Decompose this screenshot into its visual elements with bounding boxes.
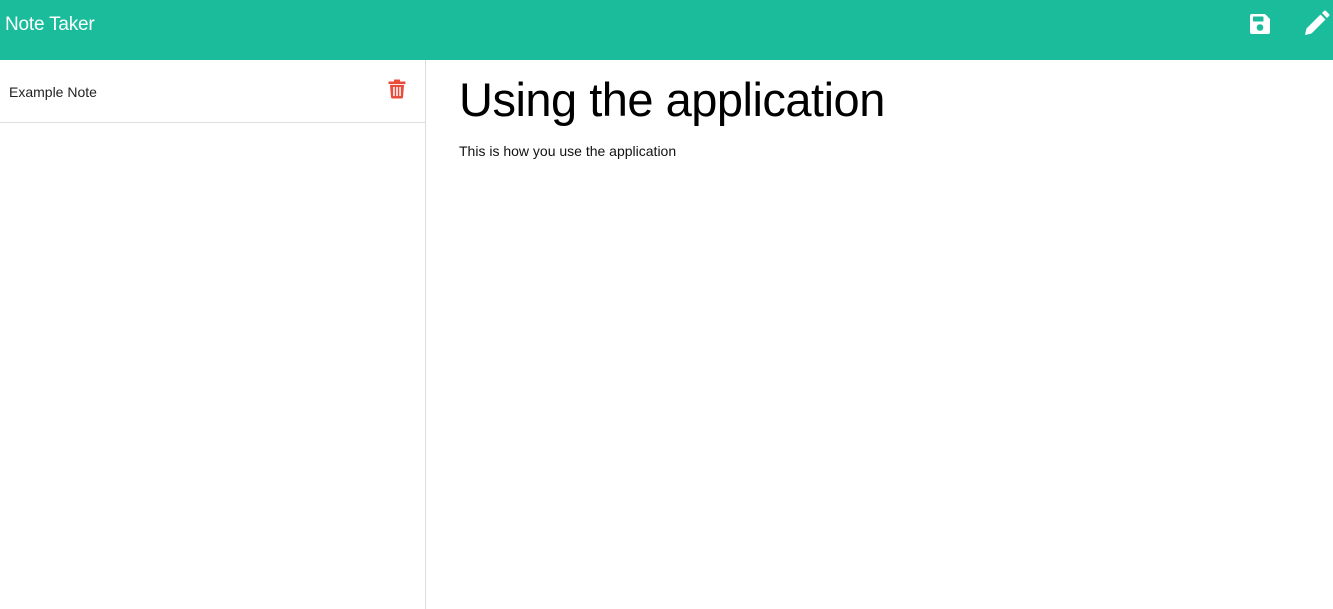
note-text-area[interactable]: [459, 142, 1319, 582]
brand-link[interactable]: Note Taker: [0, 14, 95, 47]
save-note-button[interactable]: [1248, 12, 1272, 36]
note-title-input[interactable]: [459, 72, 1319, 128]
note-list-title: Example Note: [9, 84, 97, 100]
new-note-button[interactable]: [1302, 10, 1330, 38]
save-icon: [1250, 14, 1270, 34]
note-list: Example Note: [0, 60, 425, 123]
note-list-item[interactable]: Example Note: [0, 60, 425, 123]
note-editor: [427, 60, 1333, 609]
pencil-icon: [1305, 10, 1330, 35]
delete-note-button[interactable]: [388, 79, 406, 99]
trash-icon: [388, 79, 406, 99]
navbar-actions: [1248, 0, 1333, 60]
navbar: Note Taker: [0, 0, 1333, 60]
note-sidebar: Example Note: [0, 60, 426, 609]
